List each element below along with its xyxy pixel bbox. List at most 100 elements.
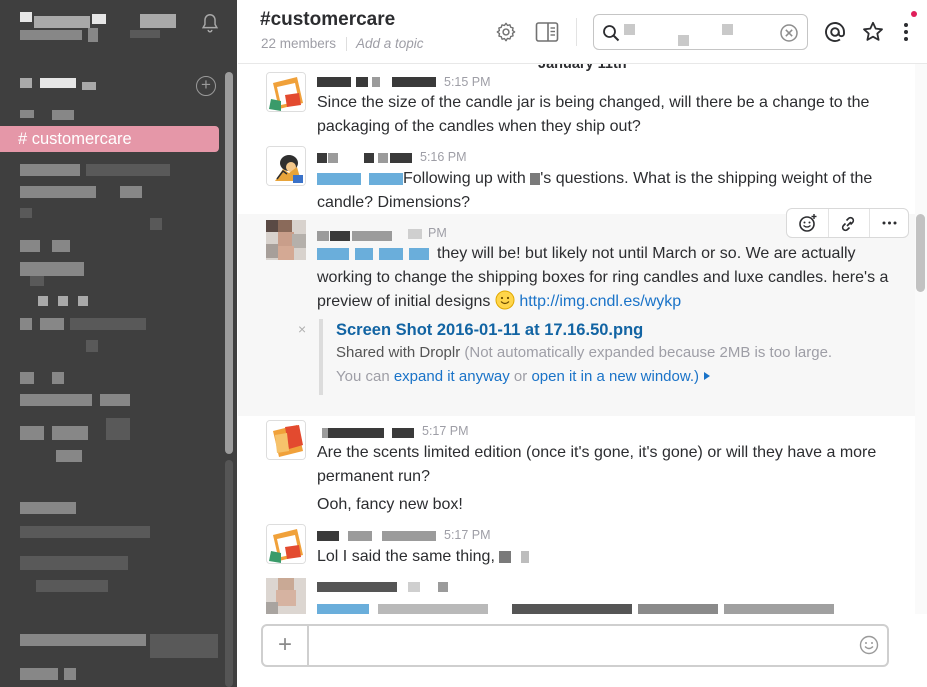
username-blur[interactable]	[352, 231, 392, 241]
attachment-title-link[interactable]: Screen Shot 2016-01-11 at 17.16.50.png	[336, 319, 879, 341]
username-blur[interactable]	[348, 531, 372, 541]
avatar[interactable]	[266, 578, 306, 614]
add-channel-button[interactable]: +	[196, 76, 216, 96]
channel-item-blur[interactable]	[78, 296, 88, 306]
bell-icon[interactable]	[199, 12, 221, 34]
channel-item-blur[interactable]	[20, 394, 92, 406]
avatar[interactable]	[266, 220, 306, 260]
channel-item-blur[interactable]	[52, 240, 70, 252]
gear-icon[interactable]	[495, 21, 517, 43]
channel-item-blur[interactable]	[58, 296, 68, 306]
dismiss-attachment-button[interactable]: ×	[298, 321, 306, 337]
mention-icon[interactable]	[823, 20, 847, 44]
channel-item-blur[interactable]	[20, 668, 58, 680]
mention-blur[interactable]	[530, 172, 541, 185]
username-blur[interactable]	[378, 153, 388, 163]
mention-blur[interactable]	[379, 247, 403, 260]
channel-item-blur[interactable]	[120, 186, 142, 198]
search-box[interactable]	[593, 14, 808, 50]
avatar[interactable]	[266, 146, 306, 186]
username-blur[interactable]	[328, 428, 384, 438]
channel-item-blur[interactable]	[20, 634, 146, 646]
channel-item-blur[interactable]	[64, 668, 76, 680]
channel-item-blur[interactable]	[20, 186, 96, 198]
member-count[interactable]: 22 members	[261, 36, 336, 51]
message-link[interactable]: http://img.cndl.es/wykp	[519, 293, 681, 310]
channel-item-blur[interactable]	[100, 394, 130, 406]
channel-item-blur[interactable]	[20, 240, 40, 252]
add-reaction-icon[interactable]	[787, 209, 828, 237]
mention-blur[interactable]	[521, 550, 530, 563]
channel-item-blur[interactable]	[86, 340, 98, 352]
mention-blur[interactable]	[499, 550, 512, 563]
channel-item-blur[interactable]	[56, 450, 82, 462]
more-vertical-icon[interactable]	[898, 20, 914, 44]
open-new-window-link[interactable]: open it in a new window.)	[531, 368, 699, 385]
channel-item-blur[interactable]	[20, 208, 32, 218]
channel-item-blur[interactable]	[20, 164, 80, 176]
username-blur[interactable]	[328, 153, 338, 163]
username-blur[interactable]	[317, 231, 329, 241]
copy-link-icon[interactable]	[828, 209, 869, 237]
channel-item-blur[interactable]	[38, 296, 48, 306]
username-blur[interactable]	[392, 77, 436, 87]
username-blur[interactable]	[317, 531, 339, 541]
username-blur[interactable]	[408, 229, 422, 239]
channel-item-blur[interactable]	[52, 426, 88, 440]
username-blur[interactable]	[364, 153, 374, 163]
username-blur[interactable]	[438, 582, 448, 592]
mention-blur[interactable]	[317, 172, 361, 185]
channel-item-blur[interactable]	[20, 502, 76, 514]
username-blur[interactable]	[317, 77, 351, 87]
add-topic-link[interactable]: Add a topic	[356, 36, 424, 51]
channel-item-blur[interactable]	[36, 580, 108, 592]
message-scrollbar[interactable]	[916, 214, 925, 292]
message-timestamp[interactable]: 5:15 PM	[444, 75, 491, 89]
channel-item-blur[interactable]	[30, 276, 44, 286]
mention-blur[interactable]	[369, 172, 403, 185]
username-blur[interactable]	[372, 77, 380, 87]
channel-item-blur[interactable]	[20, 556, 128, 570]
star-icon[interactable]	[861, 20, 885, 44]
channel-item-blur[interactable]	[106, 418, 130, 440]
mention-blur[interactable]	[409, 247, 429, 260]
channel-item-blur[interactable]	[150, 634, 218, 658]
mention-blur[interactable]	[355, 247, 373, 260]
more-actions-icon[interactable]	[869, 209, 910, 237]
channel-title[interactable]: #customercare	[260, 9, 395, 31]
username-blur[interactable]	[330, 231, 350, 241]
username-blur[interactable]	[317, 582, 397, 592]
channel-item-blur[interactable]	[20, 262, 84, 276]
username-blur[interactable]	[356, 77, 368, 87]
message-composer[interactable]: +	[261, 624, 889, 667]
emoji-icon[interactable]	[859, 635, 879, 655]
details-panel-icon[interactable]	[535, 21, 559, 43]
channel-item-blur[interactable]	[40, 318, 64, 330]
channel-item-blur[interactable]	[20, 318, 32, 330]
channel-item-blur[interactable]	[52, 372, 64, 384]
sidebar-scrollbar[interactable]	[225, 72, 233, 454]
username-blur[interactable]	[392, 428, 414, 438]
message-input[interactable]	[319, 635, 839, 657]
caret-right-icon[interactable]	[703, 371, 711, 381]
avatar[interactable]	[266, 524, 306, 564]
attach-file-button[interactable]: +	[263, 626, 309, 665]
avatar[interactable]	[266, 420, 306, 460]
channel-item-blur[interactable]	[20, 110, 34, 118]
channel-item-blur[interactable]	[52, 110, 74, 120]
avatar[interactable]	[266, 72, 306, 112]
message-timestamp[interactable]: 5:17 PM	[444, 528, 491, 542]
username-blur[interactable]	[408, 582, 420, 592]
message-timestamp[interactable]: 5:17 PM	[422, 424, 469, 438]
channel-item-blur[interactable]	[150, 218, 162, 230]
sidebar-item-customercare[interactable]: # customercare	[0, 126, 219, 152]
channel-item-blur[interactable]	[20, 526, 150, 538]
channel-item-blur[interactable]	[70, 318, 146, 330]
mention-blur[interactable]	[317, 247, 349, 260]
expand-anyway-link[interactable]: expand it anyway	[394, 368, 510, 385]
username-blur[interactable]	[390, 153, 412, 163]
clear-search-icon[interactable]	[779, 23, 799, 43]
message-timestamp[interactable]: PM	[428, 226, 447, 240]
channel-item-blur[interactable]	[20, 426, 44, 440]
channel-item-blur[interactable]	[20, 372, 34, 384]
